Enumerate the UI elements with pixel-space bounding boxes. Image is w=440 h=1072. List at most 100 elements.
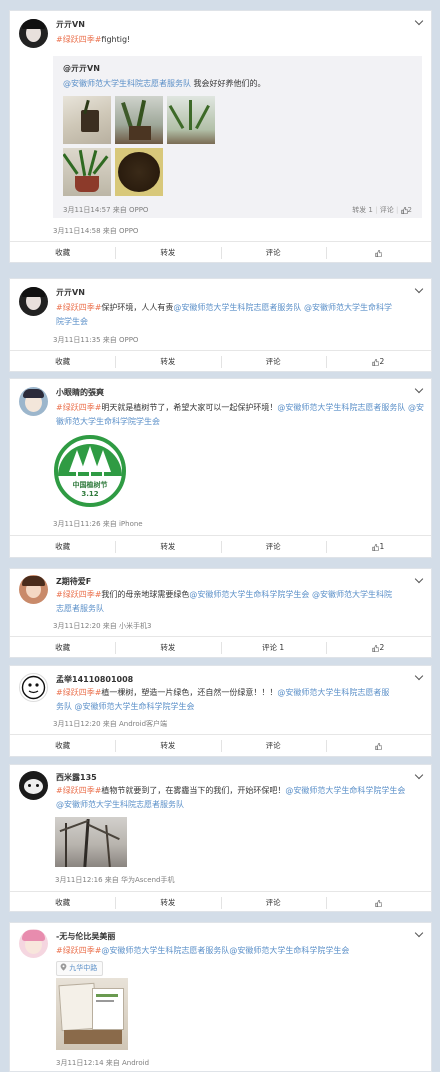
comment-button[interactable]: 评论 xyxy=(220,735,326,756)
mention-link-cont[interactable]: 院学生会 xyxy=(56,317,88,326)
photo[interactable] xyxy=(56,978,128,1050)
weibo-post-7: -无与伦比吴美丽 #绿跃四季#@安徽师范大学生科院志愿者服务队@安徽师范大学生命… xyxy=(9,922,432,1072)
user-name[interactable]: 孟举14110801008 xyxy=(56,674,133,685)
action-bar: 收藏 转发 评论 2 xyxy=(10,350,431,371)
action-bar: 收藏 转发 评论 xyxy=(10,734,431,756)
location-pin-icon xyxy=(60,963,67,971)
action-bar: 收藏 转发 评论 1 xyxy=(10,535,431,557)
favorite-button[interactable]: 收藏 xyxy=(10,536,115,557)
mention-link[interactable]: @安徽师范大学生科院 xyxy=(312,590,392,599)
mention-link[interactable]: @安 xyxy=(408,403,424,412)
user-name[interactable]: Z期待爱F xyxy=(56,576,91,587)
favorite-button[interactable]: 收藏 xyxy=(10,351,115,371)
mention-link[interactable]: @安徽师范大学生命科学院学生会 xyxy=(189,590,309,599)
mention-link[interactable]: @安徽师范大学生科院志愿者服务队 xyxy=(63,79,191,88)
favorite-button[interactable]: 收藏 xyxy=(10,892,115,911)
user-name[interactable]: 亓亓VN xyxy=(56,19,85,30)
user-name[interactable]: 小眼睛的張爽 xyxy=(56,387,104,398)
location-tag[interactable]: 九华中路 xyxy=(56,961,104,976)
like-button[interactable]: 1 xyxy=(325,536,431,557)
chevron-down-icon[interactable] xyxy=(414,284,424,294)
weibo-post-3: 小眼睛的張爽 #绿跃四季#明天就是植树节了，希望大家可以一起保护环境！@安徽师范… xyxy=(9,378,432,558)
avatar[interactable] xyxy=(19,771,48,800)
chevron-down-icon[interactable] xyxy=(414,928,424,938)
like-button[interactable]: 2 xyxy=(325,351,431,371)
comment-button[interactable]: 评论 xyxy=(220,351,326,371)
post-time[interactable]: 3月11日12:20 来自 小米手机3 xyxy=(53,621,151,631)
like-button[interactable]: 2 xyxy=(325,637,431,657)
action-bar: 收藏 转发 评论 xyxy=(10,241,431,262)
user-name[interactable]: 亓亓VN xyxy=(56,287,85,298)
topic-link[interactable]: #绿跃四季# xyxy=(56,688,101,697)
forward-button[interactable]: 转发 xyxy=(115,536,220,557)
mention-link[interactable]: @安徽师范大学生科院志愿者服务队 xyxy=(56,800,184,809)
chevron-down-icon[interactable] xyxy=(414,16,424,26)
comment-button[interactable]: 评论 xyxy=(220,242,326,262)
post-text: #绿跃四季#植物节就要到了，在雾霾当下的我们，开始环保吧！@安徽师范大学生命科学… xyxy=(56,786,406,809)
mention-link[interactable]: @安徽师范大学生命科学 xyxy=(304,303,392,312)
forward-button[interactable]: 转发 xyxy=(115,242,220,262)
mention-link[interactable]: @安徽师范大学生科院志愿者服务队 xyxy=(101,946,229,955)
comment-button[interactable]: 评论 xyxy=(220,536,326,557)
chevron-down-icon[interactable] xyxy=(414,770,424,780)
topic-link[interactable]: #绿跃四季# xyxy=(56,946,101,955)
topic-link[interactable]: #绿跃四季# xyxy=(56,786,101,795)
photo[interactable] xyxy=(63,96,111,144)
user-name[interactable]: -无与伦比吴美丽 xyxy=(56,931,115,942)
forward-button[interactable]: 转发 xyxy=(115,637,220,657)
mention-link-cont[interactable]: 志愿者服务队 xyxy=(56,604,104,613)
arbor-day-logo-image[interactable]: 中国植树节 3.12 xyxy=(53,434,127,508)
chevron-down-icon[interactable] xyxy=(414,574,424,584)
mention-link[interactable]: @安徽师范大学生命科学院学生会 xyxy=(285,786,405,795)
photo[interactable] xyxy=(63,148,111,196)
forward-button[interactable]: 转发 xyxy=(115,351,220,371)
like-button[interactable] xyxy=(325,242,431,262)
user-name[interactable]: 西米露135 xyxy=(56,772,97,783)
mention-link[interactable]: @安徽师范大学生科院志愿者服务队 xyxy=(277,403,405,412)
repost-forward-link[interactable]: 转发 1 xyxy=(352,206,373,214)
comment-button[interactable]: 评论 xyxy=(220,892,326,911)
repost-text: @安徽师范大学生科院志愿者服务队 我会好好养他们的。 xyxy=(63,79,266,88)
repost-like-link[interactable]: 2 xyxy=(400,206,412,214)
favorite-button[interactable]: 收藏 xyxy=(10,242,115,262)
avatar[interactable] xyxy=(19,287,48,316)
favorite-button[interactable]: 收藏 xyxy=(10,637,115,657)
post-time[interactable]: 3月11日12:16 来自 华为Ascend手机 xyxy=(55,875,174,885)
post-time[interactable]: 3月11日14:58 来自 OPPO xyxy=(53,226,138,236)
mention-link[interactable]: @安徽师范大学生命科学院学生会 xyxy=(75,702,195,711)
topic-link[interactable]: #绿跃四季# xyxy=(56,590,101,599)
mention-link[interactable]: @安徽师范大学生科院志愿者服 xyxy=(277,688,389,697)
avatar[interactable] xyxy=(19,387,48,416)
topic-link[interactable]: #绿跃四季# xyxy=(56,35,101,44)
favorite-button[interactable]: 收藏 xyxy=(10,735,115,756)
avatar[interactable] xyxy=(19,575,48,604)
mention-link[interactable]: @安徽师范大学生命科学院学生会 xyxy=(229,946,349,955)
photo[interactable] xyxy=(115,96,163,144)
photo[interactable] xyxy=(115,148,163,196)
mention-link[interactable]: @安徽师范大学生科院志愿者服务队 xyxy=(173,303,301,312)
post-time[interactable]: 3月11日12:20 来自 Android客户端 xyxy=(53,719,167,729)
avatar[interactable] xyxy=(19,673,48,702)
repost-time[interactable]: 3月11日14:57 来自 OPPO xyxy=(63,205,148,215)
avatar[interactable] xyxy=(19,929,48,958)
topic-link[interactable]: #绿跃四季# xyxy=(56,403,101,412)
avatar[interactable] xyxy=(19,19,48,48)
forward-button[interactable]: 转发 xyxy=(115,735,220,756)
post-time[interactable]: 3月11日12:14 来自 Android xyxy=(56,1058,149,1068)
post-time[interactable]: 3月11日11:26 来自 iPhone xyxy=(53,519,143,529)
comment-button[interactable]: 评论 1 xyxy=(220,637,326,657)
chevron-down-icon[interactable] xyxy=(414,384,424,394)
like-button[interactable] xyxy=(325,892,431,911)
like-button[interactable] xyxy=(325,735,431,756)
mention-link-cont[interactable]: 务队 xyxy=(56,702,72,711)
post-text: #绿跃四季#我们的母亲地球需要绿色@安徽师范大学生命科学院学生会 @安徽师范大学… xyxy=(56,590,392,613)
forward-button[interactable]: 转发 xyxy=(115,892,220,911)
post-time[interactable]: 3月11日11:35 来自 OPPO xyxy=(53,335,138,345)
chevron-down-icon[interactable] xyxy=(414,671,424,681)
foggy-trees-photo[interactable] xyxy=(55,817,127,867)
photo[interactable] xyxy=(167,96,215,144)
weibo-post-6: 西米露135 #绿跃四季#植物节就要到了，在雾霾当下的我们，开始环保吧！@安徽师… xyxy=(9,764,432,912)
mention-link-cont[interactable]: 徽师范大学生命科学院学生会 xyxy=(56,417,160,426)
topic-link[interactable]: #绿跃四季# xyxy=(56,303,101,312)
repost-comment-link[interactable]: 评论 xyxy=(380,206,394,214)
